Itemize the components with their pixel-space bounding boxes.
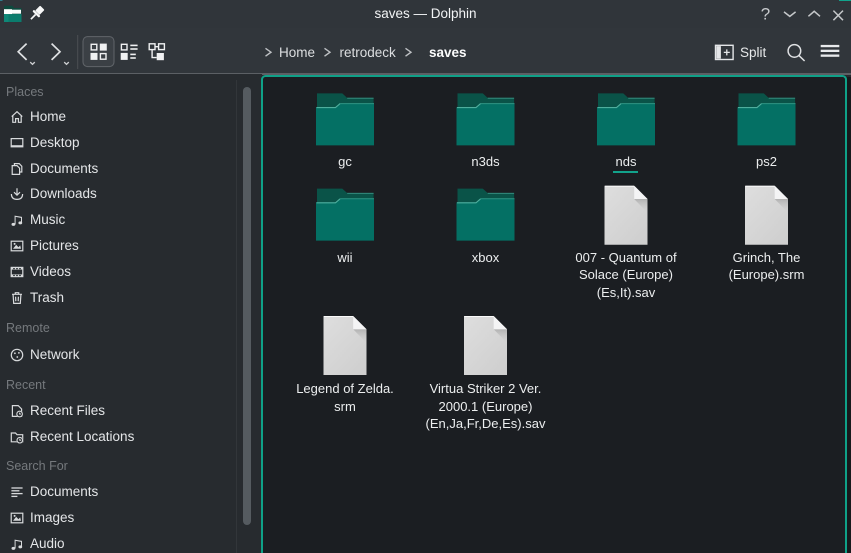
svg-text:?: ? — [761, 5, 770, 24]
